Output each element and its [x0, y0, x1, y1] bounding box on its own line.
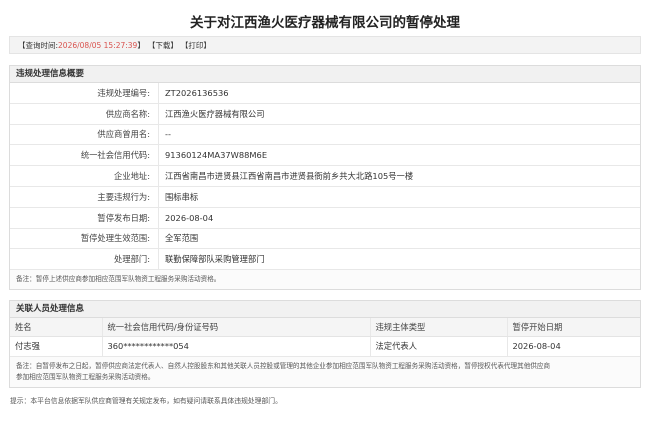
table-row: 付志强 360************054 法定代表人 2026-08-04 — [10, 336, 640, 357]
info-row: 企业地址: 江西省南昌市进贤县江西省南昌市进贤县衙前乡共大北路105号一楼 — [10, 166, 640, 187]
related-note-line1: 备注：自暂停发布之日起，暂停供应商法定代表人、自然人控股股东和其他关联人员控股或… — [16, 361, 551, 370]
info-key: 供应商名称: — [105, 108, 150, 119]
info-key: 违规处理编号: — [97, 87, 150, 98]
info-row: 暂停处理生效范围: 全军范围 — [10, 228, 640, 250]
info-row: 处理部门: 联勤保障部队采购管理部门 — [10, 249, 640, 271]
info-key: 供应商曾用名: — [97, 129, 150, 140]
info-value: ZT2026136536 — [158, 83, 640, 103]
column-header: 暂停开始日期 — [506, 318, 640, 337]
violation-note: 备注：暂停上述供应商参加相应范围军队物资工程服务采购活动资格。 — [10, 270, 640, 290]
page-title: 关于对江西渔火医疗器械有限公司的暂停处理 — [190, 15, 460, 31]
table-header-row: 姓名 统一社会信用代码/身份证号码 违规主体类型 暂停开始日期 — [10, 318, 640, 337]
info-value: -- — [158, 124, 640, 145]
info-key: 企业地址: — [114, 171, 150, 182]
person-type: 法定代表人 — [369, 336, 507, 357]
info-key: 处理部门: — [114, 254, 150, 265]
person-id: 360************054 — [101, 336, 370, 357]
related-persons-section: 关联人员处理信息 姓名 统一社会信用代码/身份证号码 违规主体类型 暂停开始日期… — [9, 300, 641, 389]
info-row: 暂停发布日期: 2026-08-04 — [10, 207, 640, 229]
page: 关于对江西渔火医疗器械有限公司的暂停处理 【查询时间: 2026/08/05 1… — [0, 0, 650, 429]
person-start-date: 2026-08-04 — [506, 336, 640, 357]
violation-rows: 违规处理编号: ZT2026136536 供应商名称: 江西渔火医疗器械有限公司 供… — [10, 83, 640, 271]
info-value: 全军范围 — [158, 228, 640, 249]
footer-tip: 提示：本平台信息依据军队供应商管理有关规定发布，如有疑问请联系具体违规处理部门。 — [10, 397, 282, 406]
print-link[interactable]: 【打印】 — [181, 40, 211, 51]
info-value: 江西渔火医疗器械有限公司 — [158, 103, 640, 124]
info-row: 供应商名称: 江西渔火医疗器械有限公司 — [10, 103, 640, 125]
info-value: 91360124MA37W88M6E — [158, 145, 640, 166]
violation-summary-section: 违规处理信息概要 违规处理编号: ZT2026136536 供应商名称: 江西渔火医… — [9, 65, 641, 291]
info-key: 暂停发布日期: — [97, 212, 150, 223]
related-persons-table: 姓名 统一社会信用代码/身份证号码 违规主体类型 暂停开始日期 付志强 360*… — [10, 318, 640, 357]
info-key: 暂停处理生效范围: — [80, 233, 150, 244]
column-header: 违规主体类型 — [369, 318, 507, 337]
info-value: 江西省南昌市进贤县江西省南昌市进贤县衙前乡共大北路105号一楼 — [158, 166, 640, 186]
query-time-close: 】 — [137, 40, 145, 50]
info-key: 统一社会信用代码: — [80, 150, 150, 161]
query-time-label: 【查询时间: — [18, 40, 59, 50]
info-key: 主要违规行为: — [97, 191, 150, 202]
related-note-line2: 参加相应范围军队物资工程服务采购活动资格。 — [16, 373, 155, 382]
info-value: 围标串标 — [158, 186, 640, 207]
violation-summary-header: 违规处理信息概要 — [10, 66, 640, 83]
info-row: 主要违规行为: 围标串标 — [10, 186, 640, 208]
info-row: 违规处理编号: ZT2026136536 — [10, 83, 640, 104]
column-header: 姓名 — [10, 318, 102, 337]
related-persons-header: 关联人员处理信息 — [10, 301, 640, 319]
info-value: 2026-08-04 — [158, 207, 640, 228]
info-row: 统一社会信用代码: 91360124MA37W88M6E — [10, 145, 640, 167]
download-link[interactable]: 【下载】 — [148, 40, 178, 51]
info-row: 供应商曾用名: -- — [10, 124, 640, 146]
related-note: 备注：自暂停发布之日起，暂停供应商法定代表人、自然人控股股东和其他关联人员控股或… — [10, 356, 640, 388]
column-header: 统一社会信用代码/身份证号码 — [101, 318, 370, 337]
query-time-value: 2026/08/05 15:27:39 — [58, 40, 138, 50]
person-name: 付志强 — [10, 336, 102, 357]
info-value: 联勤保障部队采购管理部门 — [158, 249, 640, 270]
toolbar: 【查询时间: 2026/08/05 15:27:39 】 【下载】 【打印】 — [9, 36, 641, 54]
